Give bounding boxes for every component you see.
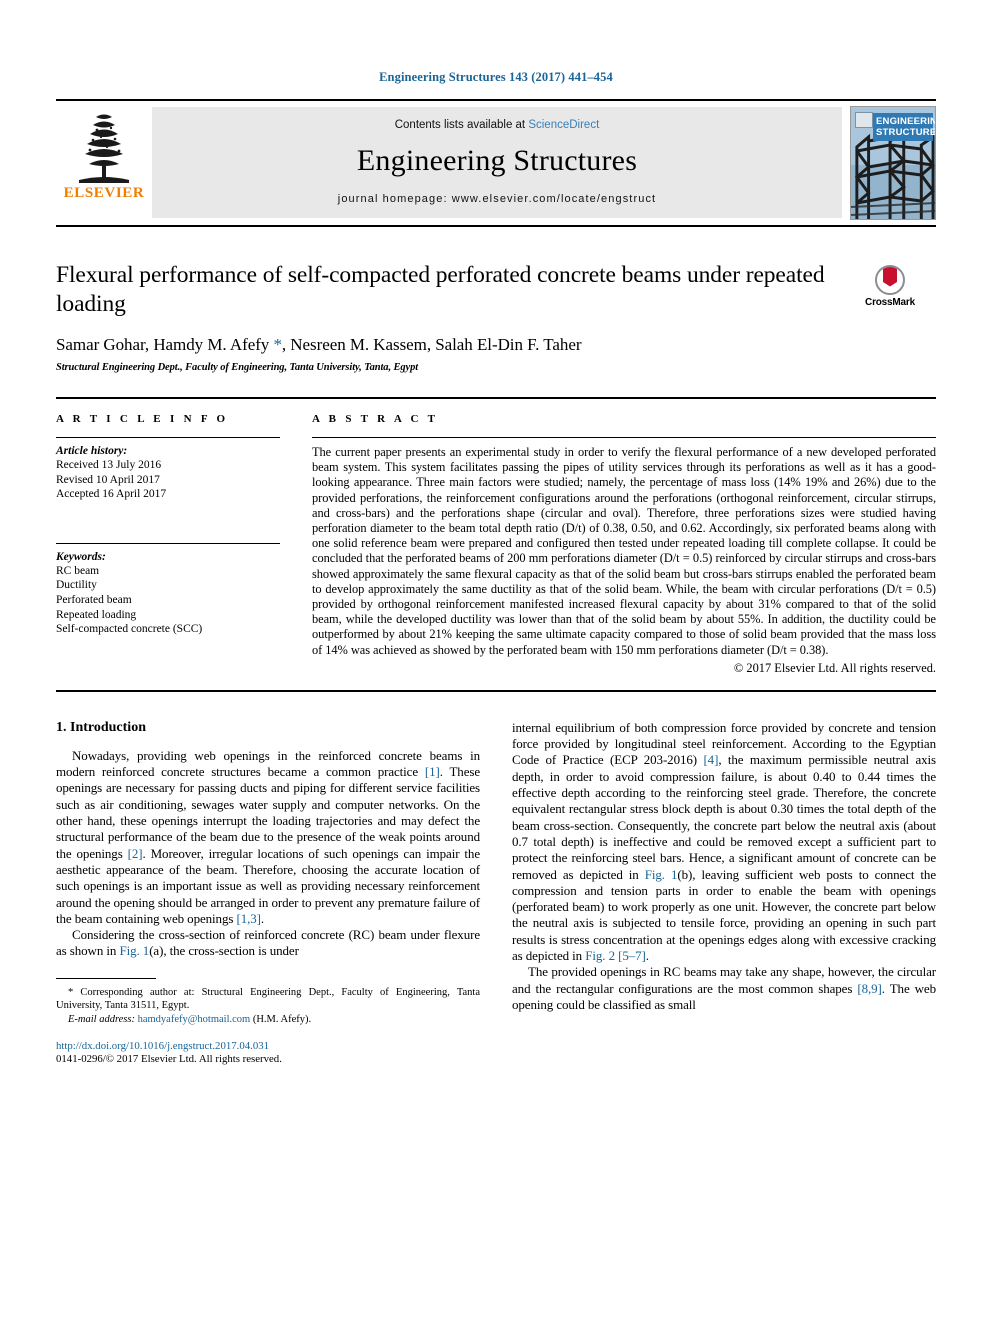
intro-paragraph-1: Nowadays, providing web openings in the …: [56, 748, 480, 927]
journal-name: Engineering Structures: [356, 144, 638, 177]
keyword-item: Repeated loading: [56, 608, 137, 621]
reference-link-1-3[interactable]: [1,3]: [236, 911, 261, 926]
article-history-received: Received 13 July 2016: [56, 459, 162, 471]
abstract-text: The current paper presents an experiment…: [312, 445, 936, 657]
keywords-rule: [56, 542, 280, 544]
authors-first-part: Samar Gohar, Hamdy M. Afefy: [56, 335, 274, 354]
info-abstract-region: A R T I C L E I N F O Article history: R…: [56, 397, 936, 676]
reference-link-4[interactable]: [4]: [703, 752, 718, 767]
intro-p3-text-d: .: [645, 948, 649, 963]
contents-available-line: Contents lists available at ScienceDirec…: [395, 119, 600, 131]
keywords-label: Keywords:: [56, 550, 106, 563]
footnote-separator: [56, 977, 156, 979]
author-affiliation: Structural Engineering Dept., Faculty of…: [56, 362, 419, 373]
abstract-bottom-rule: [56, 689, 936, 692]
figure-link-1a[interactable]: Fig. 1: [119, 943, 149, 958]
reference-link-2[interactable]: [2]: [128, 846, 143, 861]
crossmark-badge[interactable]: CrossMark: [844, 265, 936, 308]
intro-paragraph-3: internal equilibrium of both compression…: [512, 720, 936, 964]
figure-link-1b[interactable]: Fig. 1: [645, 867, 678, 882]
elsevier-tree-icon: [79, 114, 129, 183]
running-head: Engineering Structures 143 (2017) 441–45…: [379, 70, 613, 84]
page-title: Flexural performance of self-compacted p…: [56, 262, 825, 317]
intro-p1-text-a: Nowadays, providing web openings in the …: [56, 747, 480, 780]
journal-homepage-line[interactable]: journal homepage: www.elsevier.com/locat…: [338, 193, 656, 205]
abstract-copyright: © 2017 Elsevier Ltd. All rights reserved…: [733, 660, 936, 675]
email-label: E-mail address:: [68, 1013, 135, 1025]
figure-link-2[interactable]: Fig. 2 [5–7]: [585, 948, 646, 963]
article-history-accepted: Accepted 16 April 2017: [56, 488, 167, 501]
authors-second-part: , Nesreen M. Kassem, Salah El-Din F. Tah…: [281, 335, 582, 354]
footnote-text: Corresponding author at: Structural Engi…: [56, 986, 480, 1012]
abstract-rule: [312, 437, 936, 438]
email-owner: (H.M. Afefy).: [250, 1013, 312, 1025]
article-history-revised: Revised 10 April 2017: [56, 473, 160, 486]
cover-publisher-badge: [855, 112, 873, 128]
body-column-left: 1. Introduction Nowadays, providing web …: [56, 719, 480, 1065]
issn-copyright-line: 0141-0296/© 2017 Elsevier Ltd. All right…: [56, 1052, 282, 1065]
crossmark-icon: [875, 265, 905, 295]
intro-paragraph-2: Considering the cross-section of reinfor…: [56, 927, 480, 960]
keyword-item: RC beam: [56, 564, 100, 577]
journal-masthead: ELSEVIER Contents lists available at Sci…: [56, 99, 936, 227]
title-block: Flexural performance of self-compacted p…: [56, 261, 936, 373]
abstract-column: A B S T R A C T The current paper presen…: [302, 413, 936, 676]
corresponding-author-marker[interactable]: *: [273, 335, 282, 354]
body-columns: 1. Introduction Nowadays, providing web …: [56, 719, 936, 1065]
cover-title: ENGINEERING STRUCTURES: [873, 113, 936, 141]
intro-paragraph-4: The provided openings in RC beams may ta…: [512, 964, 936, 1013]
cover-title-line2: STRUCTURES: [876, 127, 936, 138]
article-page: Engineering Structures 143 (2017) 441–45…: [0, 0, 992, 1323]
reference-link-1[interactable]: [1]: [425, 764, 440, 779]
keyword-item: Perforated beam: [56, 593, 132, 606]
abstract-heading: A B S T R A C T: [312, 413, 439, 425]
keyword-item: Ductility: [56, 579, 97, 592]
contents-prefix: Contents lists available at: [394, 119, 529, 131]
body-column-right: internal equilibrium of both compression…: [512, 720, 936, 1026]
intro-p2-text-b: (a), the cross-section is under: [149, 943, 299, 959]
article-info-heading: A R T I C L E I N F O: [56, 413, 229, 425]
keyword-item: Self-compacted concrete (SCC): [56, 623, 203, 636]
corresponding-author-footnote: * Corresponding author at: Structural En…: [56, 986, 480, 1026]
email-link[interactable]: hamdyafefy@hotmail.com: [138, 1014, 251, 1025]
section-heading-introduction: 1. Introduction: [56, 719, 146, 735]
journal-band: Contents lists available at ScienceDirec…: [152, 107, 842, 218]
article-history-label: Article history:: [56, 445, 128, 457]
intro-p1-text-d: .: [260, 910, 265, 926]
reference-link-8-9[interactable]: [8,9]: [857, 981, 882, 996]
doi-link[interactable]: http://dx.doi.org/10.1016/j.engstruct.20…: [56, 1040, 480, 1053]
elsevier-wordmark: ELSEVIER: [63, 185, 145, 201]
article-info-rule: [56, 437, 280, 438]
journal-cover-thumbnail[interactable]: ENGINEERING STRUCTURES: [850, 106, 936, 220]
sciencedirect-link[interactable]: ScienceDirect: [528, 119, 599, 131]
elsevier-logo: ELSEVIER: [56, 101, 152, 225]
intro-p3-text-b: , the maximum permissible neutral axis d…: [512, 752, 936, 882]
author-list: Samar Gohar, Hamdy M. Afefy *, Nesreen M…: [56, 335, 826, 355]
cover-title-line1: ENGINEERING: [876, 116, 935, 127]
keywords-block: Keywords: RC beam Ductility Perforated b…: [56, 542, 280, 637]
article-info-column: A R T I C L E I N F O Article history: R…: [56, 413, 302, 676]
crossmark-label: CrossMark: [865, 297, 915, 308]
doi-block: http://dx.doi.org/10.1016/j.engstruct.20…: [56, 1040, 480, 1066]
